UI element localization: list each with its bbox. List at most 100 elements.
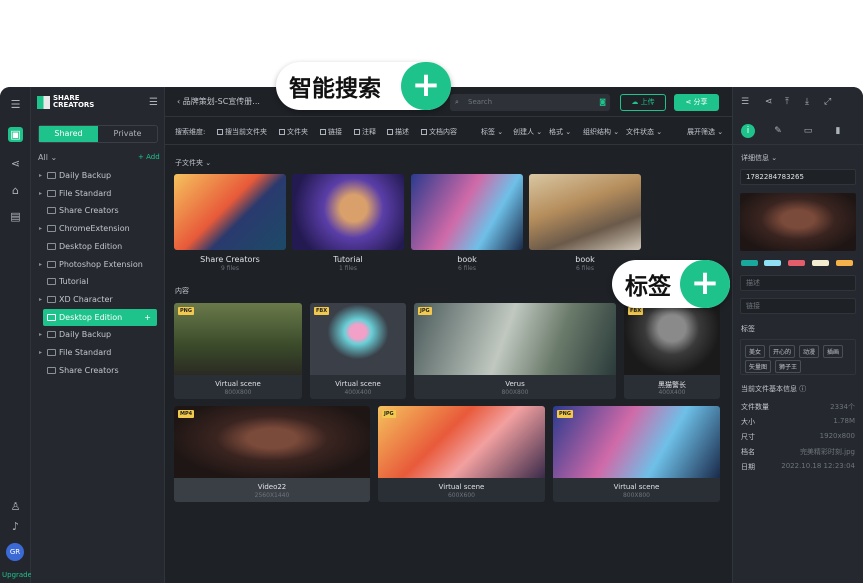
menu-icon[interactable]: ☰	[8, 97, 23, 112]
expand-arrow-icon[interactable]: ▸	[39, 220, 42, 237]
breadcrumb[interactable]: ‹ 品牌策划-SC宣传册...	[177, 96, 260, 107]
sidebar-item-label: Photoshop Extension	[59, 259, 143, 269]
add-folder-link[interactable]: + Add	[138, 153, 160, 161]
filter-check[interactable]: 链接	[320, 127, 342, 137]
upload-icon[interactable]: ⤒	[785, 97, 789, 107]
expand-arrow-icon[interactable]: ▸	[39, 344, 42, 361]
asset-card[interactable]: FBX 黑猫警长 400X400	[624, 303, 720, 399]
filter-check[interactable]: 描述	[387, 127, 409, 137]
folder-tile[interactable]: Tutorial 1 files	[292, 174, 404, 272]
filter-check[interactable]: 文档内容	[421, 127, 457, 137]
sidebar-item[interactable]: ▸ Daily Backup	[31, 167, 165, 184]
share-button[interactable]: ⋖ 分享	[674, 94, 719, 111]
asset-thumbnail	[174, 406, 370, 478]
stats-icon[interactable]: ▮	[831, 124, 845, 138]
files-icon[interactable]: ▣	[8, 127, 23, 142]
tag-chip[interactable]: 动漫	[799, 345, 820, 358]
filter-dropdown[interactable]: 组织结构 ⌄	[583, 127, 619, 137]
filter-dropdown[interactable]: 文件状态 ⌄	[626, 127, 662, 137]
filter-bar: 搜索维度: 搜当前文件夹 文件夹 链接 注释 描述 文档内容 标签 ⌄ 创建人 …	[165, 117, 732, 145]
color-swatch[interactable]	[788, 260, 805, 266]
download-icon[interactable]: ⤓	[805, 97, 809, 107]
list-view-icon[interactable]: ☰	[741, 97, 749, 107]
info-icon[interactable]: i	[741, 124, 755, 138]
folder-icon	[47, 225, 56, 233]
expand-arrow-icon[interactable]: ▸	[39, 326, 42, 343]
color-swatch[interactable]	[741, 260, 758, 266]
color-swatch[interactable]	[764, 260, 781, 266]
callout-label: 标签	[625, 274, 671, 300]
sidebar-item[interactable]: Tutorial	[31, 273, 165, 290]
upload-button[interactable]: ☁ 上传	[620, 94, 666, 111]
subfolder-title[interactable]: 子文件夹 ⌄	[175, 158, 211, 168]
asset-card[interactable]: MP4 Video22 2560X1440	[174, 406, 370, 502]
expand-arrow-icon[interactable]: ▸	[39, 256, 42, 273]
comment-icon[interactable]: ✎	[771, 124, 785, 138]
expand-arrow-icon[interactable]: ▸	[39, 167, 42, 184]
asset-card[interactable]: PNG Virtual scene 800X800	[174, 303, 302, 399]
filter-dropdown[interactable]: 创建人 ⌄	[513, 127, 542, 137]
all-filter[interactable]: All ⌄	[38, 153, 57, 162]
asset-card[interactable]: PNG Virtual scene 800X800	[553, 406, 720, 502]
filter-dropdown[interactable]: 标签 ⌄	[481, 127, 503, 137]
add-icon[interactable]: +	[144, 309, 151, 326]
details-title[interactable]: 详细信息 ⌄	[741, 153, 777, 163]
folder-icon[interactable]: ▭	[801, 124, 815, 138]
sidebar-item[interactable]: Desktop Edition +	[43, 308, 157, 326]
sidebar-item[interactable]: ▸ Daily Backup	[31, 326, 165, 343]
asset-name: Virtual scene	[335, 380, 381, 388]
color-swatch[interactable]	[836, 260, 853, 266]
tags-box[interactable]: 美女 开心的 动漫 插画 矢量图 狮子王	[740, 339, 856, 375]
tab-private[interactable]: Private	[98, 126, 157, 142]
tag-chip[interactable]: 开心的	[769, 345, 796, 358]
asset-name: Virtual scene	[438, 483, 485, 491]
sidebar-item[interactable]: ▸ File Standard	[31, 344, 165, 361]
sidebar-item[interactable]: ▸ XD Character	[31, 291, 165, 308]
tag-chip[interactable]: 矢量图	[745, 360, 772, 373]
expand-arrow-icon[interactable]: ▸	[39, 291, 42, 308]
upgrade-link[interactable]: Upgrade	[2, 571, 32, 579]
tag-chip[interactable]: 美女	[745, 345, 766, 358]
fullscreen-icon[interactable]: ⤢	[824, 97, 831, 107]
filter-dropdown[interactable]: 格式 ⌄	[549, 127, 571, 137]
expand-arrow-icon[interactable]: ▸	[39, 185, 42, 202]
folder-count: 6 files	[458, 265, 476, 272]
sidebar-item[interactable]: Share Creators	[31, 362, 165, 379]
collapse-icon[interactable]: ☰	[149, 97, 158, 108]
avatar[interactable]: GR	[6, 543, 24, 561]
filter-check[interactable]: 注释	[354, 127, 376, 137]
sidebar-item[interactable]: ▸ ChromeExtension	[31, 220, 165, 237]
share-icon[interactable]: ⋖	[765, 97, 773, 107]
home-icon[interactable]: ⌂	[8, 183, 23, 198]
store-icon[interactable]: ▤	[8, 209, 23, 224]
color-swatch[interactable]	[812, 260, 829, 266]
tab-shared[interactable]: Shared	[39, 126, 98, 142]
tag-chip[interactable]: 狮子王	[775, 360, 802, 373]
asset-dimensions: 400X400	[658, 389, 686, 396]
asset-card[interactable]: JPG Verus 800X800	[414, 303, 616, 399]
plus-icon: +	[680, 260, 730, 308]
folder-tile[interactable]: Share Creators 9 files	[174, 174, 286, 272]
asset-card[interactable]: FBX Virtual scene 400X400	[310, 303, 406, 399]
sidebar-item[interactable]: ▸ Photoshop Extension	[31, 256, 165, 273]
bell-icon[interactable]: ♪	[8, 519, 23, 534]
sidebar-item[interactable]: ▸ File Standard	[31, 185, 165, 202]
expand-filter-button[interactable]: 展开筛选 ⌄	[687, 127, 723, 137]
filter-check[interactable]: 搜当前文件夹	[217, 127, 267, 137]
sidebar-item-label: Desktop Edition	[59, 241, 123, 251]
tag-chip[interactable]: 插画	[823, 345, 844, 358]
camera-icon[interactable]: ◙	[599, 94, 606, 111]
file-id-field[interactable]: 1782284783265	[740, 169, 856, 185]
link-field[interactable]: 链接	[740, 298, 856, 314]
info-value: 2022.10.18 12:23:04	[781, 462, 855, 470]
sidebar-item[interactable]: Share Creators	[31, 202, 165, 219]
add-user-icon[interactable]: ♙	[8, 499, 23, 514]
description-field[interactable]: 描述	[740, 275, 856, 291]
search-input[interactable]: ⌕ Search ◙	[450, 94, 610, 111]
sidebar-item[interactable]: Desktop Edition	[31, 238, 165, 255]
filter-check[interactable]: 文件夹	[279, 127, 308, 137]
folder-tile[interactable]: book 6 files	[529, 174, 641, 272]
asset-card[interactable]: JPG Virtual scene 600X600	[378, 406, 545, 502]
share-icon[interactable]: ⋖	[8, 156, 23, 171]
folder-tile[interactable]: book 6 files	[411, 174, 523, 272]
